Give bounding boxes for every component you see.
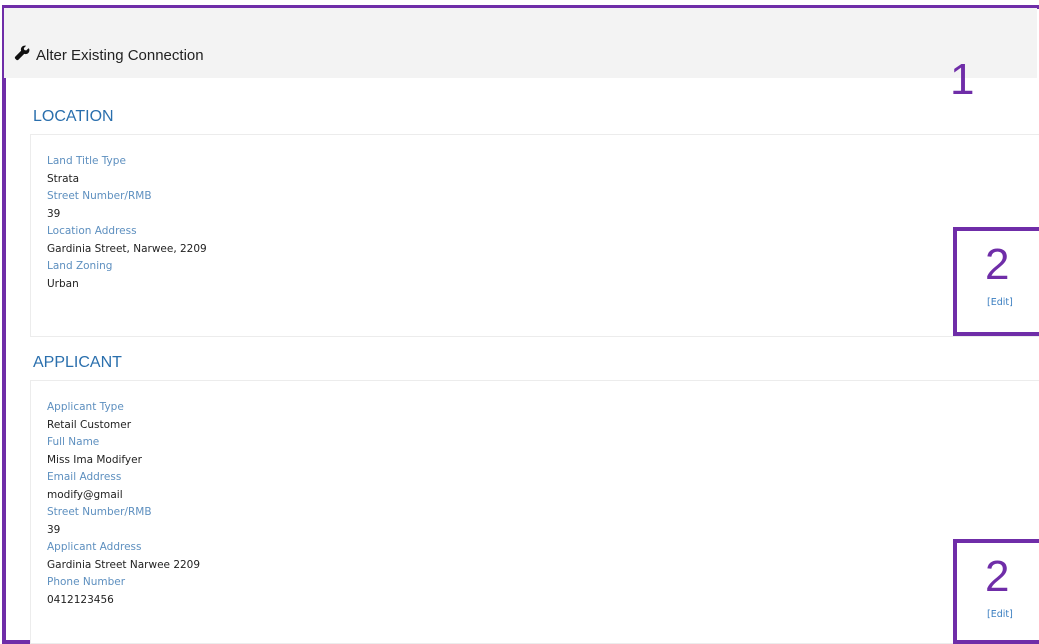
applicant-edit-link[interactable]: [Edit]: [987, 609, 1013, 620]
page-title: Alter Existing Connection: [14, 45, 204, 65]
field-label: Applicant Address: [47, 541, 142, 553]
field-label: Street Number/RMB: [47, 190, 152, 202]
field-value: Strata: [47, 172, 80, 185]
location-panel: Land Title Type Strata Street Number/RMB…: [30, 134, 1039, 337]
location-edit-link[interactable]: [Edit]: [987, 297, 1013, 308]
page-title-text: Alter Existing Connection: [36, 46, 204, 64]
applicant-section-title: APPLICANT: [33, 354, 122, 371]
field-label: Email Address: [47, 471, 122, 483]
field-value: Miss Ima Modifyer: [47, 453, 142, 466]
location-section-title: LOCATION: [33, 108, 114, 125]
field-value: Gardinia Street Narwee 2209: [47, 558, 201, 571]
field-label: Applicant Type: [47, 401, 124, 413]
page-header: Alter Existing Connection: [4, 8, 1037, 78]
field-label: Land Zoning: [47, 260, 113, 272]
wrench-icon: [14, 45, 30, 65]
applicant-field-list: Applicant Type Retail Customer Full Name…: [47, 399, 200, 609]
field-value: 0412123456: [47, 593, 114, 606]
annotation-marker-2: 2: [985, 552, 1010, 601]
annotation-marker-1: 1: [950, 55, 975, 104]
applicant-panel: Applicant Type Retail Customer Full Name…: [30, 380, 1039, 644]
field-label: Phone Number: [47, 576, 126, 588]
field-value: 39: [47, 207, 61, 220]
field-value: Retail Customer: [47, 418, 132, 431]
field-value: 39: [47, 523, 61, 536]
field-label: Location Address: [47, 225, 137, 237]
field-label: Street Number/RMB: [47, 506, 152, 518]
field-label: Land Title Type: [47, 155, 126, 167]
field-label: Full Name: [47, 436, 100, 448]
annotation-frame-2-location: 2 [Edit]: [953, 227, 1039, 336]
location-field-list: Land Title Type Strata Street Number/RMB…: [47, 153, 207, 293]
field-value: Urban: [47, 277, 79, 290]
annotation-frame-2-applicant: 2 [Edit]: [953, 539, 1039, 644]
field-value: Gardinia Street, Narwee, 2209: [47, 242, 207, 255]
annotation-marker-2: 2: [985, 240, 1010, 289]
field-value: modify@gmail: [47, 488, 123, 501]
